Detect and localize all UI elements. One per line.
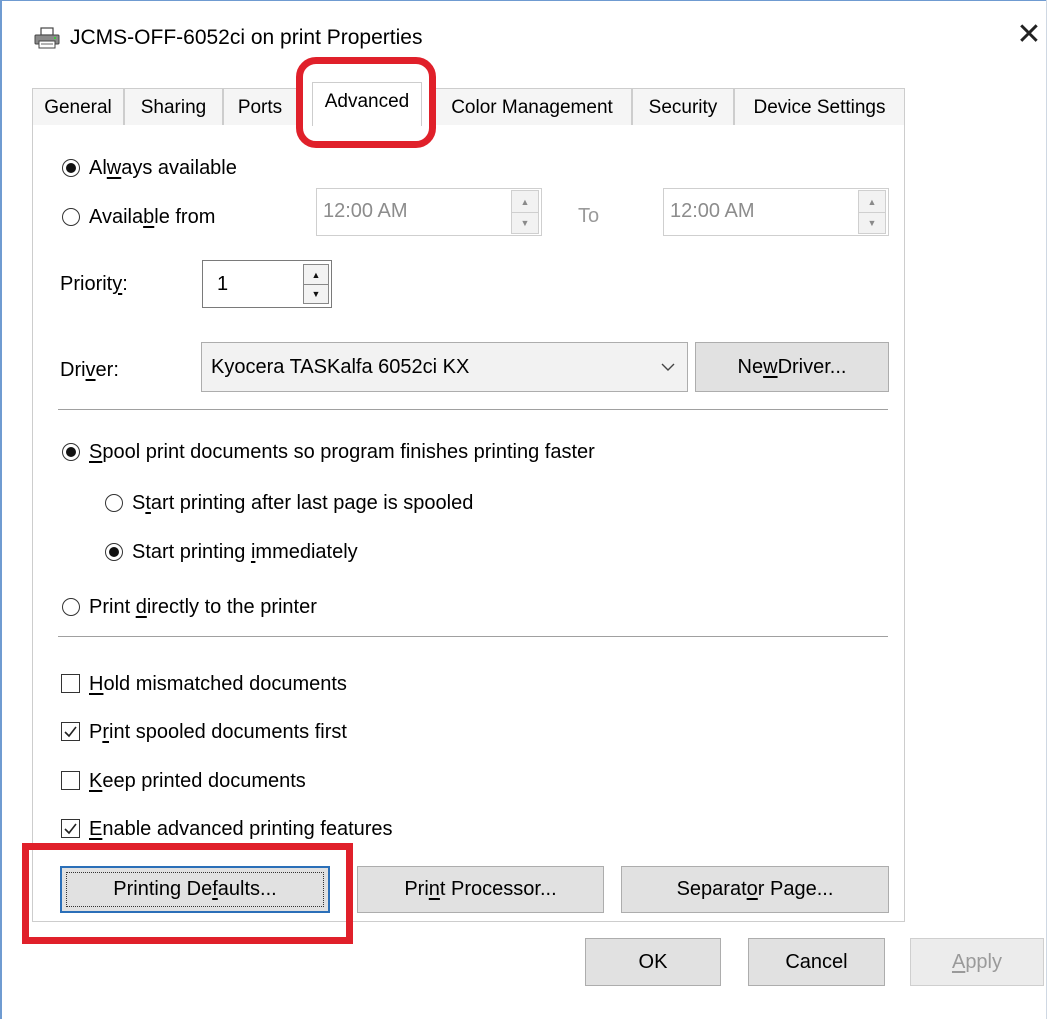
- tab-ports[interactable]: Ports: [223, 88, 297, 125]
- priority-value: 1: [217, 273, 229, 295]
- to-label: To: [578, 205, 600, 227]
- tab-sharing[interactable]: Sharing: [124, 88, 223, 125]
- available-from-label: Available from: [89, 206, 216, 228]
- advanced-tab-page: [32, 125, 905, 922]
- keep-printed-checkbox[interactable]: [61, 771, 80, 790]
- available-from-time-spinner[interactable]: ▲ ▼: [511, 190, 539, 234]
- enable-advanced-features-label: Enable advanced printing features: [89, 818, 393, 840]
- window-border-left: [0, 0, 2, 1019]
- printing-defaults-highlight: [22, 843, 353, 944]
- checkmark-icon: [64, 726, 77, 738]
- ok-button[interactable]: OK: [585, 938, 721, 986]
- print-processor-button[interactable]: Pri n t Processor...: [357, 866, 604, 913]
- driver-label: Driver:: [60, 359, 119, 381]
- spool-radio[interactable]: [62, 443, 80, 461]
- available-from-time-value: 12:00 AM: [323, 200, 408, 222]
- print-spooled-first-checkbox[interactable]: [61, 722, 80, 741]
- start-immediately-radio[interactable]: [105, 543, 123, 561]
- tab-general[interactable]: General: [32, 88, 124, 125]
- always-available-radio[interactable]: [62, 159, 80, 177]
- available-to-time-spinner[interactable]: ▲ ▼: [858, 190, 886, 234]
- separator-page-button[interactable]: Separat o r Page...: [621, 866, 889, 913]
- available-from-radio[interactable]: [62, 208, 80, 226]
- hold-mismatched-label: Hold mismatched documents: [89, 673, 347, 695]
- separator-2: [58, 636, 888, 637]
- separator-1: [58, 409, 888, 410]
- available-from-time-field[interactable]: 12:00 AM: [316, 188, 542, 236]
- new-driver-button[interactable]: Ne w Driver...: [695, 342, 889, 392]
- window-title: JCMS-OFF-6052ci on print Properties: [70, 26, 423, 49]
- tab-device-settings[interactable]: Device Settings: [734, 88, 905, 125]
- print-directly-radio[interactable]: [62, 598, 80, 616]
- tab-security[interactable]: Security: [632, 88, 734, 125]
- priority-spinner[interactable]: ▲ ▼: [303, 264, 329, 304]
- enable-advanced-features-checkbox[interactable]: [61, 819, 80, 838]
- driver-select[interactable]: Kyocera TASKalfa 6052ci KX: [201, 342, 688, 392]
- close-icon[interactable]: ✕: [1015, 20, 1043, 50]
- hold-mismatched-checkbox[interactable]: [61, 674, 80, 693]
- window-border-top: [0, 0, 1047, 1]
- tab-color-management[interactable]: Color Management: [432, 88, 632, 125]
- start-after-last-page-radio[interactable]: [105, 494, 123, 512]
- start-immediately-label: Start printing immediately: [132, 541, 358, 563]
- printer-icon: [34, 27, 60, 49]
- available-to-time-value: 12:00 AM: [670, 200, 755, 222]
- driver-select-value: Kyocera TASKalfa 6052ci KX: [211, 356, 470, 378]
- available-to-time-field[interactable]: 12:00 AM: [663, 188, 889, 236]
- start-after-last-page-label: Start printing after last page is spoole…: [132, 492, 474, 514]
- print-spooled-first-label: Print spooled documents first: [89, 721, 347, 743]
- checkmark-icon: [64, 823, 77, 835]
- tab-advanced[interactable]: Advanced: [312, 82, 422, 126]
- always-available-label: Always available: [89, 157, 237, 179]
- priority-label: Priority:: [60, 273, 128, 295]
- spool-label: Spool print documents so program finishe…: [89, 441, 595, 463]
- cancel-button[interactable]: Cancel: [748, 938, 885, 986]
- chevron-down-icon: [660, 357, 676, 377]
- apply-button[interactable]: Apply: [910, 938, 1044, 986]
- keep-printed-label: Keep printed documents: [89, 770, 306, 792]
- print-directly-label: Print directly to the printer: [89, 596, 317, 618]
